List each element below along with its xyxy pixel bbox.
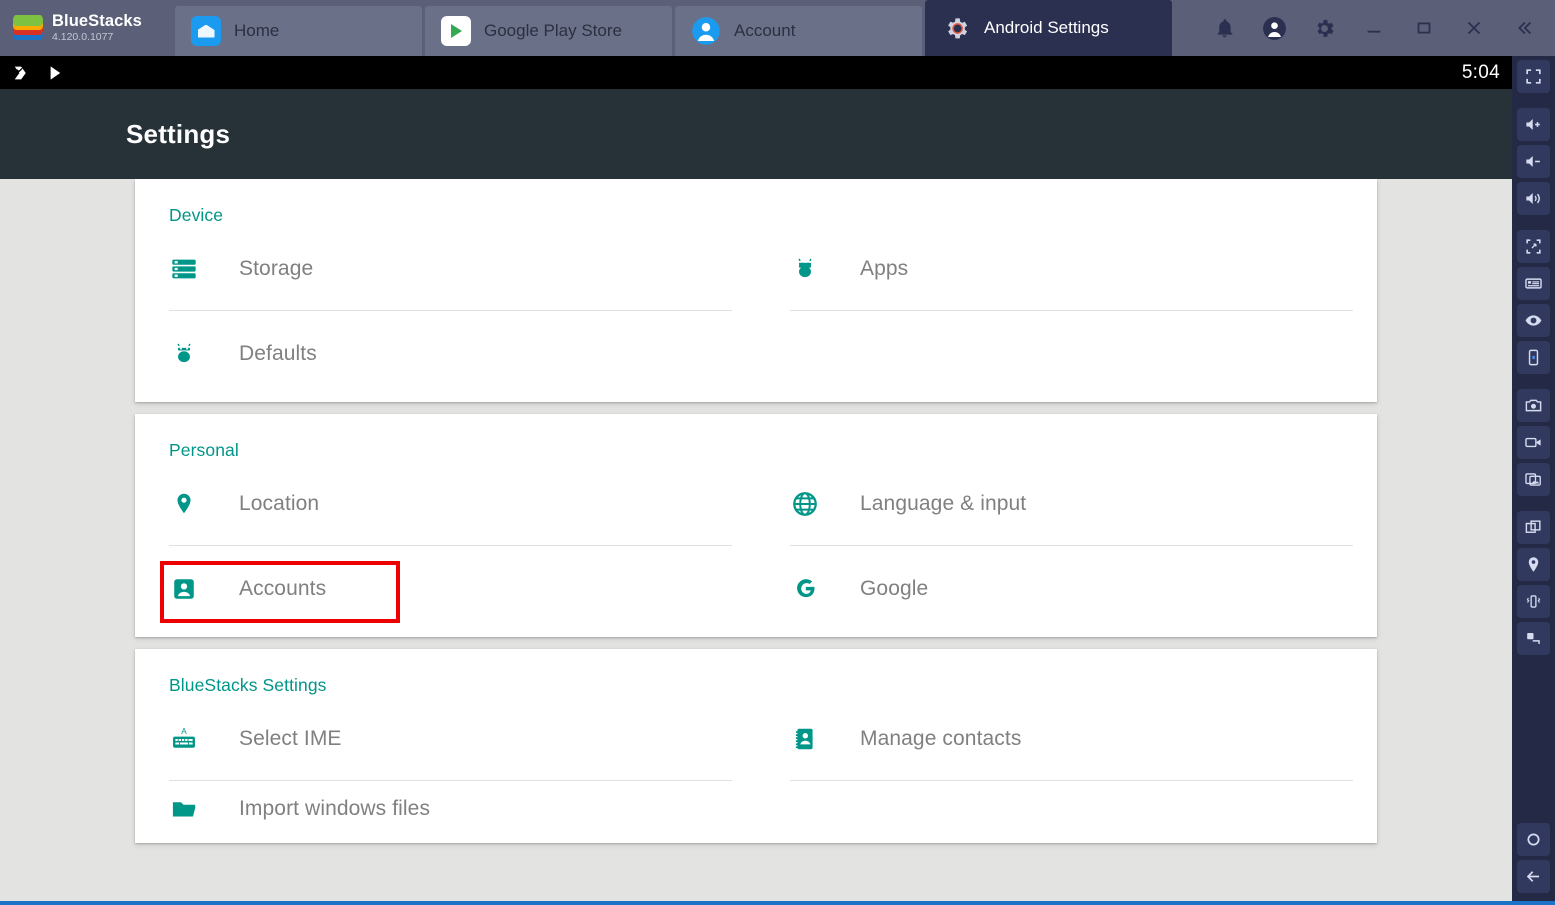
emulator-sidebar bbox=[1512, 56, 1555, 905]
settings-item-google-label: Google bbox=[860, 576, 929, 600]
volume-up-button[interactable] bbox=[1517, 108, 1550, 141]
settings-item-storage-label: Storage bbox=[239, 256, 314, 280]
bluestacks-window: BlueStacks 4.120.0.1077 Home Google Play… bbox=[0, 0, 1555, 905]
gear-icon bbox=[941, 13, 971, 43]
settings-item-select-ime[interactable]: A Select IME bbox=[135, 696, 756, 781]
tab-android-settings[interactable]: Android Settings bbox=[925, 0, 1172, 56]
rotate-button[interactable] bbox=[1517, 230, 1550, 263]
volume-button[interactable] bbox=[1517, 182, 1550, 215]
globe-icon bbox=[782, 481, 828, 527]
svg-text:A: A bbox=[181, 726, 187, 735]
volume-down-button[interactable] bbox=[1517, 145, 1550, 178]
section-card-personal: Personal Location Language & input Accou… bbox=[135, 414, 1377, 637]
tab-bar: Home Google Play Store Account Android S… bbox=[175, 0, 1175, 56]
home-icon bbox=[191, 16, 221, 46]
google-g-icon bbox=[782, 566, 828, 612]
storage-icon bbox=[161, 246, 207, 292]
status-bar-clock: 5:04 bbox=[1461, 61, 1500, 83]
window-bottom-accent bbox=[0, 901, 1555, 905]
tab-home[interactable]: Home bbox=[175, 6, 422, 56]
page-title: Settings bbox=[126, 118, 231, 149]
account-avatar-icon bbox=[691, 16, 721, 46]
row-spacer bbox=[756, 781, 1377, 837]
section-title-personal: Personal bbox=[169, 440, 239, 460]
brand-version: 4.120.0.1077 bbox=[52, 30, 114, 43]
google-play-icon bbox=[441, 16, 471, 46]
android-status-bar: 5:04 bbox=[0, 56, 1512, 89]
collapse-sidebar-button[interactable] bbox=[1499, 0, 1549, 56]
settings-item-accounts[interactable]: Accounts bbox=[135, 546, 756, 631]
close-button[interactable] bbox=[1449, 0, 1499, 56]
tab-account[interactable]: Account bbox=[675, 6, 922, 56]
tab-google-play-store[interactable]: Google Play Store bbox=[425, 6, 672, 56]
settings-item-google[interactable]: Google bbox=[756, 546, 1377, 631]
screenshot-button[interactable] bbox=[1517, 389, 1550, 422]
section-card-bluestacks-settings: BlueStacks Settings A Select IME Manage … bbox=[135, 649, 1377, 843]
google-play-notification-icon bbox=[46, 63, 66, 83]
eye-dropper-button[interactable] bbox=[1517, 304, 1550, 337]
macro-button[interactable] bbox=[1517, 622, 1550, 655]
minimize-button[interactable] bbox=[1349, 0, 1399, 56]
fullscreen-button[interactable] bbox=[1517, 60, 1550, 93]
home-button[interactable] bbox=[1517, 823, 1550, 856]
keyboard-icon: A bbox=[161, 716, 207, 762]
shake-button[interactable] bbox=[1517, 585, 1550, 618]
settings-item-manage-contacts[interactable]: Manage contacts bbox=[756, 696, 1377, 781]
settings-item-select-ime-label: Select IME bbox=[239, 726, 342, 750]
settings-item-language-input[interactable]: Language & input bbox=[756, 461, 1377, 546]
bluestacks-logo-icon bbox=[13, 15, 43, 41]
bluestacks-brand: BlueStacks 4.120.0.1077 bbox=[0, 0, 175, 56]
tab-google-play-store-label: Google Play Store bbox=[484, 21, 622, 40]
back-button[interactable] bbox=[1517, 860, 1550, 893]
media-manager-button[interactable] bbox=[1517, 463, 1550, 496]
tab-home-label: Home bbox=[234, 21, 280, 40]
settings-header: Settings bbox=[0, 89, 1512, 179]
tab-account-label: Account bbox=[734, 21, 796, 40]
window-titlebar: BlueStacks 4.120.0.1077 Home Google Play… bbox=[0, 0, 1555, 56]
bluestacks-notification-icon bbox=[12, 62, 34, 84]
brand-name: BlueStacks bbox=[52, 12, 142, 31]
section-card-device: Device Storage Apps Defaults bbox=[135, 179, 1377, 402]
folder-icon bbox=[161, 786, 207, 832]
tilt-button[interactable] bbox=[1517, 341, 1550, 374]
settings-item-import-windows-files-label: Import windows files bbox=[239, 797, 431, 820]
settings-item-accounts-label: Accounts bbox=[239, 576, 327, 600]
settings-item-location[interactable]: Location bbox=[135, 461, 756, 546]
settings-item-manage-contacts-label: Manage contacts bbox=[860, 726, 1022, 750]
android-robot-icon bbox=[161, 331, 207, 377]
maximize-button[interactable] bbox=[1399, 0, 1449, 56]
android-robot-icon bbox=[782, 246, 828, 292]
window-controls bbox=[1199, 0, 1555, 56]
settings-item-defaults-label: Defaults bbox=[239, 341, 317, 365]
settings-item-import-windows-files[interactable]: Import windows files bbox=[135, 781, 756, 837]
notifications-button[interactable] bbox=[1199, 0, 1249, 56]
settings-content: Device Storage Apps Defaults Personal Lo… bbox=[0, 179, 1512, 901]
keyboard-controls-button[interactable] bbox=[1517, 267, 1550, 300]
record-button[interactable] bbox=[1517, 426, 1550, 459]
tab-android-settings-label: Android Settings bbox=[984, 18, 1109, 37]
section-title-bluestacks-settings: BlueStacks Settings bbox=[169, 675, 327, 695]
settings-item-storage[interactable]: Storage bbox=[135, 226, 756, 311]
settings-item-apps[interactable]: Apps bbox=[756, 226, 1377, 311]
profile-button[interactable] bbox=[1249, 0, 1299, 56]
location-pin-icon bbox=[161, 481, 207, 527]
account-box-icon bbox=[161, 566, 207, 612]
settings-item-defaults[interactable]: Defaults bbox=[135, 311, 756, 396]
row-spacer bbox=[756, 311, 1377, 396]
settings-item-language-input-label: Language & input bbox=[860, 491, 1027, 515]
section-title-device: Device bbox=[169, 205, 224, 225]
settings-item-apps-label: Apps bbox=[860, 256, 909, 280]
location-button[interactable] bbox=[1517, 548, 1550, 581]
contacts-book-icon bbox=[782, 716, 828, 762]
settings-button[interactable] bbox=[1299, 0, 1349, 56]
settings-item-location-label: Location bbox=[239, 491, 320, 515]
multi-instance-button[interactable] bbox=[1517, 511, 1550, 544]
